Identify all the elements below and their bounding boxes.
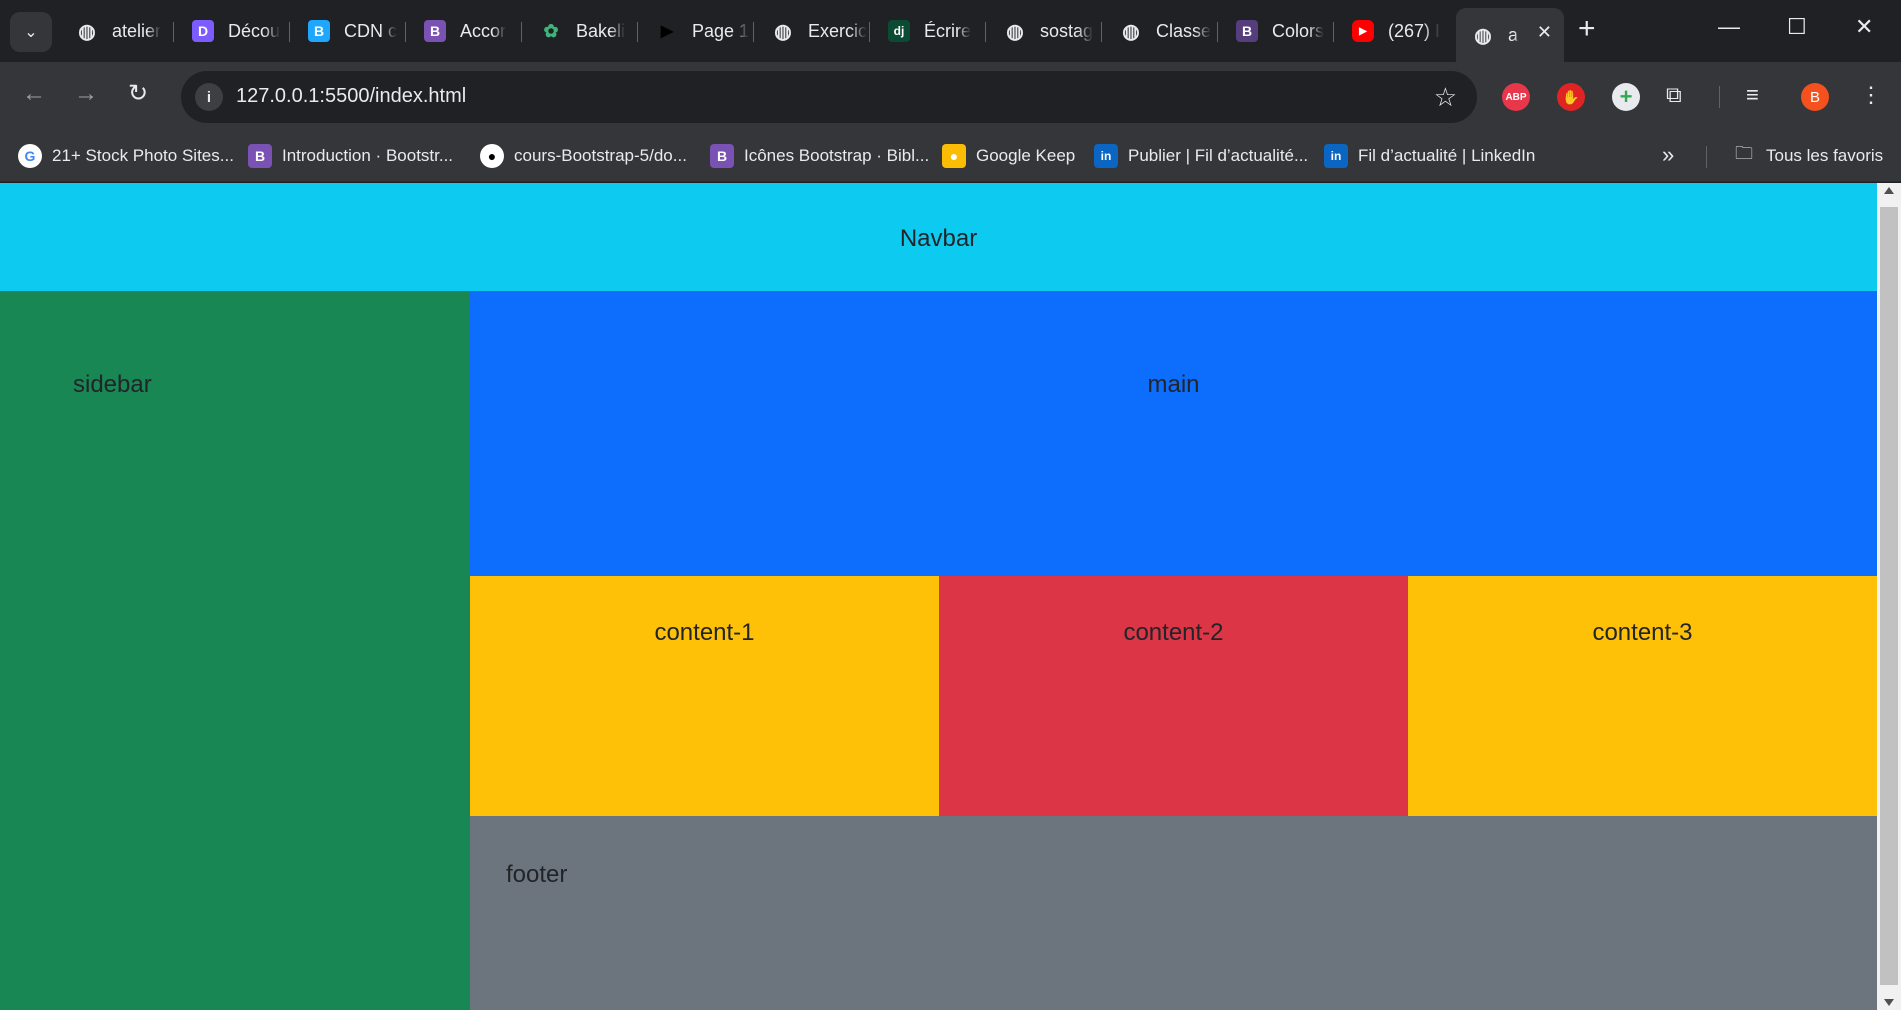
content-2-region: content-2 bbox=[939, 576, 1408, 816]
browser-toolbar: ← → ↻ i 127.0.0.1:5500/index.html ☆ ABP … bbox=[0, 62, 1901, 130]
bookmark-stock-photo[interactable]: G 21+ Stock Photo Sites... bbox=[18, 142, 234, 170]
bookmark-bootstrap-intro[interactable]: B Introduction · Bootstr... bbox=[248, 142, 453, 170]
youtube-icon: ▶ bbox=[1352, 20, 1374, 42]
bookmark-star-icon[interactable]: ☆ bbox=[1434, 82, 1457, 113]
navbar-label: Navbar bbox=[899, 225, 978, 252]
bookmarks-separator bbox=[1706, 146, 1707, 168]
profile-avatar[interactable]: B bbox=[1801, 83, 1829, 111]
extensions-puzzle-icon[interactable]: ⧉ bbox=[1666, 82, 1682, 108]
tab-separator bbox=[753, 22, 754, 42]
sidebar-region: sidebar bbox=[0, 291, 470, 1010]
globe-icon: ◍ bbox=[1006, 20, 1024, 43]
globe-icon: ◍ bbox=[1122, 20, 1140, 43]
tab-exercice[interactable]: ◍ Exercic bbox=[756, 8, 868, 54]
sidebar-label: sidebar bbox=[73, 371, 152, 398]
bookmark-linkedin-feed[interactable]: in Fil d’actualité | LinkedIn bbox=[1324, 142, 1535, 170]
adblock-plus-icon[interactable]: ABP bbox=[1502, 83, 1530, 111]
tab-separator bbox=[173, 22, 174, 42]
tab-separator bbox=[1333, 22, 1334, 42]
decou-logo-icon: D bbox=[192, 20, 214, 42]
bootstrap-icon: B bbox=[248, 144, 272, 168]
github-icon: ● bbox=[480, 144, 504, 168]
stop-hand-icon[interactable]: ✋ bbox=[1557, 83, 1585, 111]
tab-cdn[interactable]: B CDN c bbox=[292, 8, 404, 54]
main-region: main bbox=[470, 291, 1877, 576]
tab-separator bbox=[289, 22, 290, 42]
content-2-label: content-2 bbox=[1123, 619, 1224, 646]
keep-icon: ● bbox=[942, 144, 966, 168]
content-3-label: content-3 bbox=[1592, 619, 1693, 646]
tab-sostag[interactable]: ◍ sostag bbox=[988, 8, 1100, 54]
tab-classe[interactable]: ◍ Classe bbox=[1104, 8, 1216, 54]
content-1-label: content-1 bbox=[654, 619, 755, 646]
plus-circle-icon[interactable]: + bbox=[1612, 83, 1640, 111]
globe-icon: ◍ bbox=[1474, 24, 1492, 47]
page-scrollbar[interactable] bbox=[1877, 183, 1901, 1010]
bookmark-github-cours[interactable]: ● cours-Bootstrap-5/do... bbox=[480, 142, 687, 170]
navbar-region: Navbar bbox=[0, 183, 1877, 291]
tab-active[interactable]: ◍ a ✕ bbox=[1456, 8, 1564, 62]
footer-region: footer bbox=[470, 816, 1877, 1010]
tab-atelier[interactable]: ◍ atelier bbox=[60, 8, 172, 54]
globe-icon: ◍ bbox=[78, 20, 96, 43]
page-viewport: Navbar sidebar main content-1 content-2 … bbox=[0, 183, 1877, 1010]
tab-bakeli[interactable]: ✿ Bakeli bbox=[524, 8, 636, 54]
tab-ecrire[interactable]: dj Écrire bbox=[872, 8, 984, 54]
tab-separator bbox=[1101, 22, 1102, 42]
globe-icon: ◍ bbox=[774, 20, 792, 43]
bootstrap-cdn-icon: B bbox=[308, 20, 330, 42]
toolbar-separator bbox=[1719, 86, 1720, 108]
bootstrap-icon: B bbox=[710, 144, 734, 168]
tab-separator bbox=[405, 22, 406, 42]
bookmarks-bar: G 21+ Stock Photo Sites... B Introductio… bbox=[0, 130, 1901, 182]
play-icon: ▶ bbox=[660, 23, 674, 40]
scrollbar-thumb[interactable] bbox=[1880, 207, 1898, 985]
tab-separator bbox=[869, 22, 870, 42]
close-tab-icon[interactable]: ✕ bbox=[1537, 22, 1552, 43]
bookmark-google-keep[interactable]: ● Google Keep bbox=[942, 142, 1075, 170]
maximize-icon[interactable]: ☐ bbox=[1787, 14, 1807, 40]
tab-accordion[interactable]: B Accor bbox=[408, 8, 520, 54]
close-window-icon[interactable]: ✕ bbox=[1855, 14, 1873, 40]
site-info-icon[interactable]: i bbox=[195, 83, 223, 111]
tab-separator bbox=[985, 22, 986, 42]
address-bar[interactable]: i 127.0.0.1:5500/index.html ☆ bbox=[181, 71, 1477, 123]
minimize-icon[interactable]: — bbox=[1718, 14, 1740, 40]
new-tab-button[interactable]: + bbox=[1578, 14, 1596, 44]
menu-dots-icon[interactable]: ⋮ bbox=[1860, 82, 1882, 108]
folder-icon: 🗀 bbox=[1735, 143, 1753, 163]
content-1-region: content-1 bbox=[470, 576, 939, 816]
url-text[interactable]: 127.0.0.1:5500/index.html bbox=[236, 85, 466, 108]
django-icon: dj bbox=[888, 20, 910, 42]
content-3-region: content-3 bbox=[1408, 576, 1877, 816]
main-label: main bbox=[1147, 371, 1200, 398]
reload-icon[interactable]: ↻ bbox=[128, 80, 148, 108]
linkedin-icon: in bbox=[1324, 144, 1348, 168]
media-queue-icon[interactable]: ≡ bbox=[1746, 82, 1759, 108]
chevron-double-right-icon[interactable]: » bbox=[1662, 142, 1674, 168]
tab-decou[interactable]: D Décou bbox=[176, 8, 288, 54]
bootstrap-icon: B bbox=[1236, 20, 1258, 42]
scroll-up-arrow-icon[interactable] bbox=[1884, 187, 1894, 194]
bookmark-bootstrap-icons[interactable]: B Icônes Bootstrap · Bibl... bbox=[710, 142, 929, 170]
footer-label: footer bbox=[506, 861, 568, 888]
chevron-down-icon: ⌄ bbox=[24, 24, 38, 41]
bakeli-logo-icon: ✿ bbox=[543, 20, 559, 41]
tab-separator bbox=[1217, 22, 1218, 42]
forward-arrow-icon[interactable]: → bbox=[74, 80, 98, 108]
tab-youtube[interactable]: ▶ (267) I bbox=[1336, 8, 1448, 54]
bootstrap-icon: B bbox=[424, 20, 446, 42]
back-arrow-icon[interactable]: ← bbox=[22, 80, 46, 108]
tab-strip: ⌄ ◍ atelier D Décou B CDN c B Accor ✿ Ba… bbox=[0, 0, 1901, 62]
google-icon: G bbox=[18, 144, 42, 168]
tab-separator bbox=[637, 22, 638, 42]
all-bookmarks-folder[interactable]: 🗀 Tous les favoris bbox=[1732, 142, 1883, 170]
tab-search-button[interactable]: ⌄ bbox=[10, 12, 52, 52]
scroll-down-arrow-icon[interactable] bbox=[1884, 999, 1894, 1006]
bookmark-linkedin-publish[interactable]: in Publier | Fil d’actualité... bbox=[1094, 142, 1308, 170]
tab-page-1[interactable]: ▶ Page 1 bbox=[640, 8, 752, 54]
tab-separator bbox=[521, 22, 522, 42]
linkedin-icon: in bbox=[1094, 144, 1118, 168]
tab-colors[interactable]: B Colors bbox=[1220, 8, 1332, 54]
